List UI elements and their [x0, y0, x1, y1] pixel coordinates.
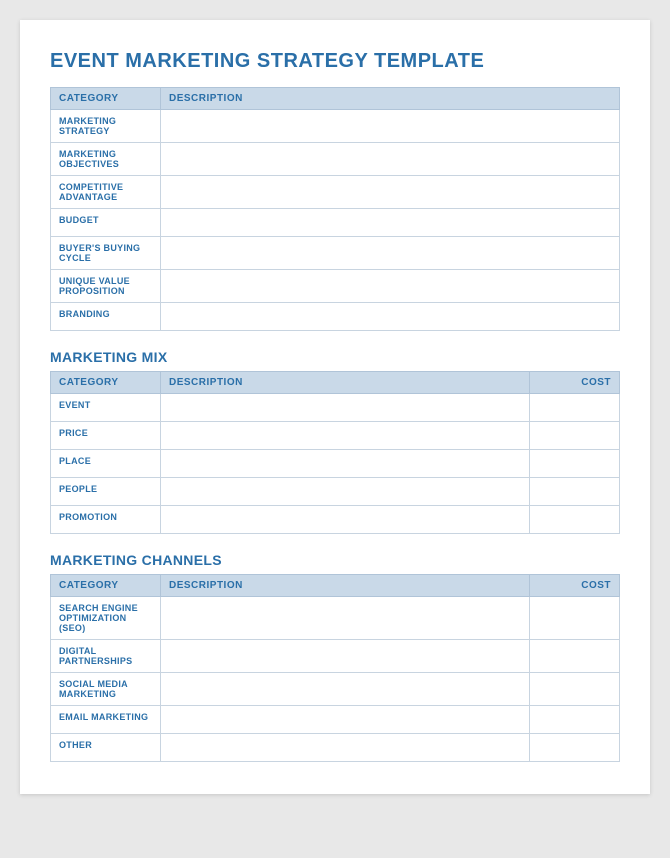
category-cell: BUYER'S BUYING CYCLE — [51, 237, 161, 270]
description-cell[interactable] — [161, 110, 620, 143]
category-cell: PRICE — [51, 422, 161, 450]
cost-cell[interactable] — [530, 422, 620, 450]
description-cell[interactable] — [161, 143, 620, 176]
col-header-category-1: CATEGORY — [51, 88, 161, 110]
description-cell[interactable] — [161, 450, 530, 478]
category-cell: PEOPLE — [51, 478, 161, 506]
description-cell[interactable] — [161, 478, 530, 506]
category-cell: OTHER — [51, 734, 161, 762]
page: EVENT MARKETING STRATEGY TEMPLATE CATEGO… — [20, 20, 650, 794]
table-row: BUYER'S BUYING CYCLE — [51, 237, 620, 270]
description-cell[interactable] — [161, 270, 620, 303]
table-row: UNIQUE VALUE PROPOSITION — [51, 270, 620, 303]
section2-title: MARKETING MIX — [50, 349, 620, 365]
table-row: PEOPLE — [51, 478, 620, 506]
description-cell[interactable] — [161, 706, 530, 734]
category-cell: UNIQUE VALUE PROPOSITION — [51, 270, 161, 303]
table-row: OTHER — [51, 734, 620, 762]
category-cell: BUDGET — [51, 209, 161, 237]
strategy-table: CATEGORY DESCRIPTION MARKETING STRATEGYM… — [50, 87, 620, 331]
cost-cell[interactable] — [530, 640, 620, 673]
description-cell[interactable] — [161, 209, 620, 237]
cost-cell[interactable] — [530, 734, 620, 762]
table-row: MARKETING OBJECTIVES — [51, 143, 620, 176]
table-row: BRANDING — [51, 303, 620, 331]
cost-cell[interactable] — [530, 706, 620, 734]
description-cell[interactable] — [161, 597, 530, 640]
cost-cell[interactable] — [530, 478, 620, 506]
table-row: SOCIAL MEDIA MARKETING — [51, 673, 620, 706]
category-cell: EMAIL MARKETING — [51, 706, 161, 734]
mix-table: CATEGORY DESCRIPTION COST EVENTPRICEPLAC… — [50, 371, 620, 534]
page-title: EVENT MARKETING STRATEGY TEMPLATE — [50, 50, 620, 73]
category-cell: DIGITAL PARTNERSHIPS — [51, 640, 161, 673]
category-cell: EVENT — [51, 394, 161, 422]
cost-cell[interactable] — [530, 450, 620, 478]
description-cell[interactable] — [161, 303, 620, 331]
col-header-cost-2: COST — [530, 372, 620, 394]
table-row: SEARCH ENGINE OPTIMIZATION (SEO) — [51, 597, 620, 640]
table-row: PROMOTION — [51, 506, 620, 534]
category-cell: COMPETITIVE ADVANTAGE — [51, 176, 161, 209]
col-header-description-1: DESCRIPTION — [161, 88, 620, 110]
cost-cell[interactable] — [530, 506, 620, 534]
description-cell[interactable] — [161, 640, 530, 673]
cost-cell[interactable] — [530, 597, 620, 640]
description-cell[interactable] — [161, 422, 530, 450]
table-row: EVENT — [51, 394, 620, 422]
category-cell: SEARCH ENGINE OPTIMIZATION (SEO) — [51, 597, 161, 640]
table-row: PRICE — [51, 422, 620, 450]
col-header-cost-3: COST — [530, 575, 620, 597]
category-cell: PROMOTION — [51, 506, 161, 534]
description-cell[interactable] — [161, 734, 530, 762]
col-header-description-2: DESCRIPTION — [161, 372, 530, 394]
section3-title: MARKETING CHANNELS — [50, 552, 620, 568]
category-cell: MARKETING STRATEGY — [51, 110, 161, 143]
table-row: BUDGET — [51, 209, 620, 237]
category-cell: PLACE — [51, 450, 161, 478]
col-header-category-3: CATEGORY — [51, 575, 161, 597]
col-header-category-2: CATEGORY — [51, 372, 161, 394]
cost-cell[interactable] — [530, 394, 620, 422]
col-header-description-3: DESCRIPTION — [161, 575, 530, 597]
description-cell[interactable] — [161, 506, 530, 534]
table-row: EMAIL MARKETING — [51, 706, 620, 734]
description-cell[interactable] — [161, 237, 620, 270]
table-row: COMPETITIVE ADVANTAGE — [51, 176, 620, 209]
description-cell[interactable] — [161, 394, 530, 422]
table-row: DIGITAL PARTNERSHIPS — [51, 640, 620, 673]
category-cell: SOCIAL MEDIA MARKETING — [51, 673, 161, 706]
cost-cell[interactable] — [530, 673, 620, 706]
category-cell: MARKETING OBJECTIVES — [51, 143, 161, 176]
description-cell[interactable] — [161, 176, 620, 209]
table-row: PLACE — [51, 450, 620, 478]
table-row: MARKETING STRATEGY — [51, 110, 620, 143]
category-cell: BRANDING — [51, 303, 161, 331]
description-cell[interactable] — [161, 673, 530, 706]
channels-table: CATEGORY DESCRIPTION COST SEARCH ENGINE … — [50, 574, 620, 762]
